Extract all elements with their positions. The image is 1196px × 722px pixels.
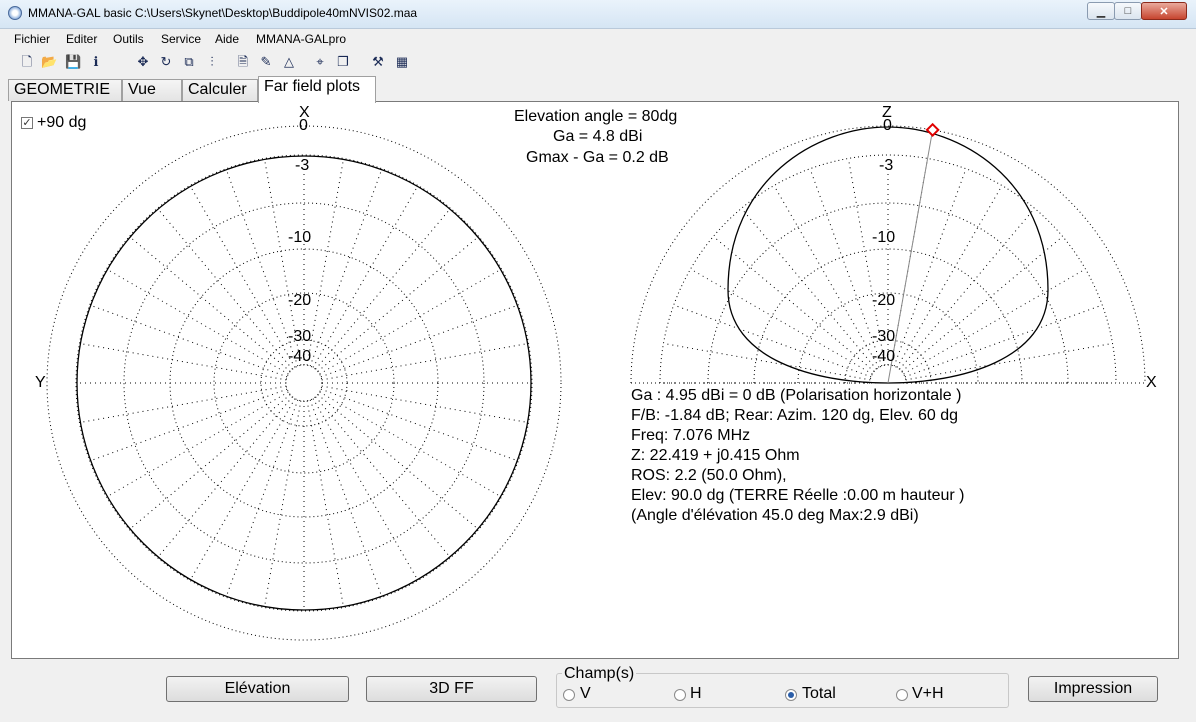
elevation-ring-label-40: -40 bbox=[872, 348, 896, 365]
azimuth-grid-spoke bbox=[157, 396, 293, 558]
azimuth-grid-ring bbox=[285, 364, 323, 402]
tab-far-field-plots[interactable]: Far field plots bbox=[258, 76, 376, 103]
result-angle: (Angle d'élévation 45.0 deg Max:2.9 dBi) bbox=[631, 507, 919, 524]
elevation-ring-label-20: -20 bbox=[872, 292, 896, 309]
azimuth-grid-spoke bbox=[263, 400, 302, 608]
azimuth-ring-label-20: -20 bbox=[288, 292, 312, 309]
far-field-plots bbox=[46, 122, 1146, 641]
azimuth-grid-spoke bbox=[157, 208, 293, 370]
elevation-grid-spoke bbox=[901, 236, 1063, 372]
result-ga: Ga : 4.95 dBi = 0 dB (Polarisation horiz… bbox=[631, 387, 962, 404]
elevation-button[interactable]: Elévation bbox=[166, 676, 349, 702]
azimuth-grid-spoke bbox=[315, 208, 451, 370]
azimuth-grid-spoke bbox=[189, 185, 296, 368]
azimuth-grid-spoke bbox=[317, 236, 479, 372]
elevation-grid-spoke bbox=[899, 208, 1035, 370]
elevation-axis-x-label: X bbox=[1146, 374, 1157, 391]
azimuth-grid-spoke bbox=[79, 385, 287, 424]
azimuth-grid-spoke bbox=[306, 158, 345, 366]
azimuth-grid-spoke bbox=[306, 400, 345, 608]
azimuth-grid-ring bbox=[75, 154, 533, 612]
azimuth-ring-label-10: -10 bbox=[288, 229, 312, 246]
radio-v[interactable] bbox=[563, 689, 575, 701]
azimuth-ring-label-3: -3 bbox=[295, 157, 310, 174]
elevation-ring-label-30: -30 bbox=[872, 328, 896, 345]
result-impedance: Z: 22.419 + j0.415 Ohm bbox=[631, 447, 800, 464]
elevation-grid-spoke bbox=[741, 208, 877, 370]
azimuth-plot bbox=[46, 125, 562, 641]
elevation-grid-spoke bbox=[773, 185, 880, 368]
azimuth-axis-y-label: Y bbox=[35, 374, 46, 391]
azimuth-grid-spoke bbox=[315, 396, 451, 558]
azimuth-grid-spoke bbox=[319, 268, 502, 375]
elevation-grid-spoke bbox=[903, 268, 1086, 375]
azimuth-grid-spoke bbox=[321, 385, 529, 424]
azimuth-grid-ring bbox=[123, 202, 485, 564]
azimuth-grid-spoke bbox=[317, 394, 479, 530]
radio-h[interactable] bbox=[674, 689, 686, 701]
result-elev: Elev: 90.0 dg (TERRE Réelle :0.00 m haut… bbox=[631, 487, 965, 504]
impression-button[interactable]: Impression bbox=[1028, 676, 1158, 702]
elevation-grid-spoke bbox=[896, 185, 1003, 368]
elevation-angle-marker bbox=[925, 122, 940, 137]
azimuth-grid-spoke bbox=[319, 391, 502, 498]
elevation-ring-label-3: -3 bbox=[879, 157, 894, 174]
azimuth-grid-spoke bbox=[129, 394, 291, 530]
azimuth-ring-label-40: -40 bbox=[288, 348, 312, 365]
elevation-grid-spoke bbox=[905, 342, 1113, 381]
azimuth-ring-label-30: -30 bbox=[288, 328, 312, 345]
radio-total[interactable] bbox=[785, 689, 797, 701]
azimuth-grid-spoke bbox=[106, 268, 289, 375]
elevation-grid-spoke bbox=[690, 268, 873, 375]
result-ros: ROS: 2.2 (50.0 Ohm), bbox=[631, 467, 787, 484]
azimuth-grid-spoke bbox=[189, 398, 296, 581]
azimuth-grid-spoke bbox=[312, 185, 419, 368]
radio-total-label: Total bbox=[802, 685, 836, 702]
azimuth-grid-spoke bbox=[79, 342, 287, 381]
azimuth-grid-spoke bbox=[129, 236, 291, 372]
radio-h-label: H bbox=[690, 685, 702, 702]
radio-v-plus-h[interactable] bbox=[896, 689, 908, 701]
elevation-grid-spoke bbox=[713, 236, 875, 372]
result-fb: F/B: -1.84 dB; Rear: Azim. 120 dg, Elev.… bbox=[631, 407, 958, 424]
champs-title: Champ(s) bbox=[562, 665, 637, 683]
elevation-ring-label-10: -10 bbox=[872, 229, 896, 246]
azimuth-grid-spoke bbox=[321, 342, 529, 381]
elevation-grid-spoke bbox=[663, 342, 871, 381]
ff3d-button[interactable]: 3D FF bbox=[366, 676, 537, 702]
elevation-ring-label-0: 0 bbox=[883, 117, 892, 134]
azimuth-ring-label-0: 0 bbox=[299, 117, 308, 134]
result-freq: Freq: 7.076 MHz bbox=[631, 427, 751, 444]
azimuth-grid-spoke bbox=[312, 398, 419, 581]
radio-v-plus-h-label: V+H bbox=[912, 685, 944, 702]
radio-v-label: V bbox=[580, 685, 591, 702]
azimuth-grid-spoke bbox=[106, 391, 289, 498]
